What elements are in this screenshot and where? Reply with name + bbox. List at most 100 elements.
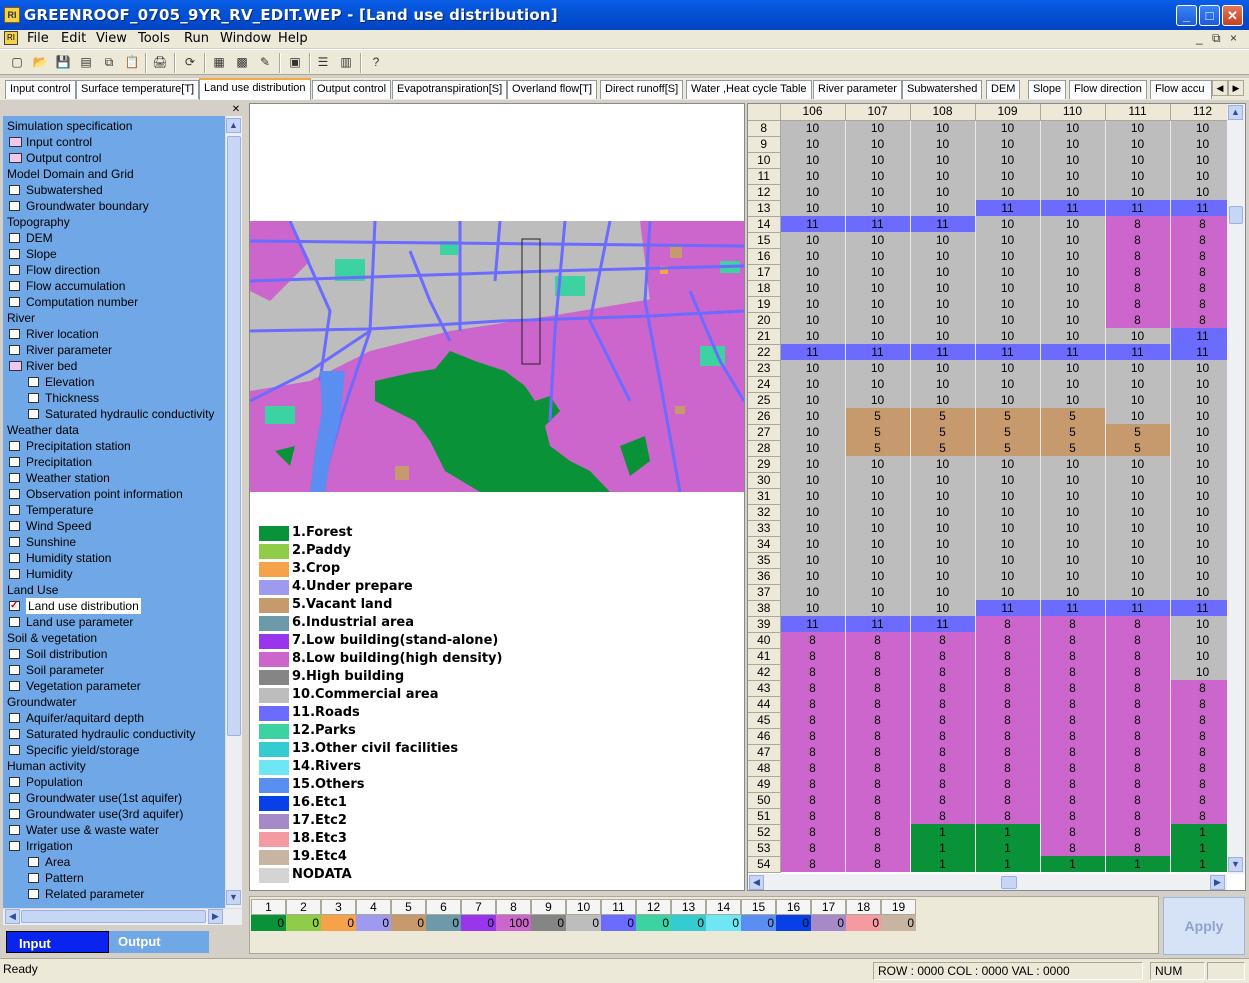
grid-row-header[interactable]: 32 — [748, 504, 781, 521]
grid-cell[interactable]: 10 — [975, 584, 1041, 600]
grid-row-header[interactable]: 47 — [748, 744, 781, 761]
grid-row-header[interactable]: 42 — [748, 664, 781, 681]
grid-cell[interactable]: 11 — [1105, 600, 1171, 616]
menu-tools[interactable]: Tools — [138, 31, 170, 46]
grid-cell[interactable]: 11 — [975, 600, 1041, 616]
grid-cell[interactable]: 8 — [780, 696, 846, 712]
menu-run[interactable]: Run — [184, 31, 209, 46]
checkbox-icon[interactable] — [9, 489, 20, 499]
grid-cell[interactable]: 10 — [845, 120, 911, 136]
mdi-restore-button[interactable]: ⧉ — [1212, 31, 1221, 46]
grid-cell[interactable]: 10 — [1040, 568, 1106, 584]
checkbox-icon[interactable] — [9, 777, 20, 787]
grid-cell[interactable]: 8 — [780, 808, 846, 824]
grid-cell[interactable]: 8 — [1040, 616, 1106, 632]
grid-cell[interactable]: 10 — [780, 536, 846, 552]
grid-cell[interactable]: 8 — [975, 680, 1041, 696]
checkbox-icon[interactable] — [9, 729, 20, 739]
grid-cell[interactable]: 10 — [1040, 504, 1106, 520]
grid-cell[interactable]: 10 — [910, 328, 976, 344]
grid-cell[interactable]: 8 — [1105, 264, 1171, 280]
grid-cell[interactable]: 8 — [910, 808, 976, 824]
grid-cell[interactable]: 10 — [975, 376, 1041, 392]
grid-cell[interactable]: 8 — [1170, 680, 1236, 696]
grid-cell[interactable]: 8 — [780, 728, 846, 744]
image-icon[interactable]: ▩ — [233, 53, 251, 71]
grid-cell[interactable]: 8 — [910, 632, 976, 648]
grid-cell[interactable]: 10 — [1040, 536, 1106, 552]
scroll-up-icon[interactable]: ▲ — [1228, 105, 1243, 120]
grid-cell[interactable]: 5 — [845, 408, 911, 424]
grid-cell[interactable]: 5 — [975, 408, 1041, 424]
grid-row-header[interactable]: 41 — [748, 648, 781, 665]
grid-cell[interactable]: 10 — [845, 280, 911, 296]
tree-horizontal-scrollbar[interactable]: ◀ ▶ — [3, 908, 242, 925]
grid-column-header[interactable]: 112 — [1170, 104, 1236, 121]
grid-cell[interactable]: 10 — [1105, 184, 1171, 200]
grid-cell[interactable]: 10 — [780, 280, 846, 296]
grid-cell[interactable]: 10 — [780, 568, 846, 584]
grid-row-header[interactable]: 52 — [748, 824, 781, 841]
grid-cell[interactable]: 10 — [845, 472, 911, 488]
grid-row-header[interactable]: 12 — [748, 184, 781, 201]
grid-cell[interactable]: 10 — [845, 328, 911, 344]
grid-cell[interactable]: 11 — [1170, 600, 1236, 616]
grid-cell[interactable]: 10 — [910, 296, 976, 312]
grid-cell[interactable]: 10 — [910, 200, 976, 216]
grid-cell[interactable]: 8 — [1105, 760, 1171, 776]
grid-cell[interactable]: 10 — [780, 296, 846, 312]
grid-cell[interactable]: 8 — [780, 824, 846, 840]
grid-cell[interactable]: 11 — [845, 616, 911, 632]
land-use-grid-table[interactable]: 106 107 108 109 110 111 112 8 10 10 10 10 10 10 10 9 10 1… — [748, 104, 1236, 873]
grid-cell[interactable]: 8 — [910, 680, 976, 696]
grid-cell[interactable]: 10 — [845, 264, 911, 280]
class-percentage[interactable]: 0 — [881, 915, 916, 931]
scroll-down-icon[interactable]: ▼ — [226, 890, 241, 905]
checkbox-icon[interactable] — [9, 345, 20, 355]
grid-cell[interactable]: 8 — [1105, 248, 1171, 264]
grid-cell[interactable]: 10 — [1040, 328, 1106, 344]
menu-help[interactable]: Help — [278, 31, 308, 46]
grid-cell[interactable]: 10 — [1170, 120, 1236, 136]
grid-cell[interactable]: 11 — [975, 344, 1041, 360]
grid-cell[interactable]: 8 — [1040, 728, 1106, 744]
grid-cell[interactable]: 10 — [975, 504, 1041, 520]
grid-cell[interactable]: 8 — [1105, 808, 1171, 824]
grid-cell[interactable]: 5 — [1040, 424, 1106, 440]
grid-row-header[interactable]: 21 — [748, 328, 781, 345]
tab-flow-accumulation[interactable]: Flow accu — [1150, 80, 1212, 99]
grid-cell[interactable]: 10 — [910, 312, 976, 328]
grid-cell[interactable]: 11 — [780, 216, 846, 232]
grid-row-header[interactable]: 33 — [748, 520, 781, 537]
grid-cell[interactable]: 5 — [845, 440, 911, 456]
grid-cell[interactable]: 8 — [1105, 616, 1171, 632]
grid-cell[interactable]: 10 — [975, 184, 1041, 200]
grid-cell[interactable]: 5 — [975, 440, 1041, 456]
checkbox-icon[interactable] — [9, 825, 20, 835]
layout-icon[interactable]: ☰ — [314, 53, 332, 71]
save-icon[interactable]: 💾 — [54, 53, 72, 71]
grid-cell[interactable]: 11 — [1040, 600, 1106, 616]
new-icon[interactable]: ▢ — [8, 53, 26, 71]
grid-cell[interactable]: 10 — [910, 456, 976, 472]
grid-cell[interactable]: 10 — [1040, 488, 1106, 504]
grid-cell[interactable]: 8 — [1105, 312, 1171, 328]
grid-cell[interactable]: 8 — [1170, 232, 1236, 248]
grid-row-header[interactable]: 51 — [748, 808, 781, 825]
class-percentage[interactable]: 0 — [426, 915, 461, 931]
grid-cell[interactable]: 10 — [910, 488, 976, 504]
menu-window[interactable]: Window — [220, 31, 271, 46]
grid-cell[interactable]: 1 — [1040, 856, 1106, 872]
grid-row-header[interactable]: 17 — [748, 264, 781, 281]
grid-cell[interactable]: 5 — [1105, 440, 1171, 456]
grid-cell[interactable]: 10 — [845, 200, 911, 216]
grid-row-header[interactable]: 35 — [748, 552, 781, 569]
grid-cell[interactable]: 8 — [975, 632, 1041, 648]
grid-cell[interactable]: 10 — [975, 152, 1041, 168]
folder-icon[interactable] — [9, 361, 22, 371]
grid-cell[interactable]: 10 — [975, 552, 1041, 568]
grid-cell[interactable]: 10 — [910, 184, 976, 200]
grid-cell[interactable]: 8 — [845, 776, 911, 792]
grid-cell[interactable]: 8 — [975, 776, 1041, 792]
grid-cell[interactable]: 5 — [910, 408, 976, 424]
